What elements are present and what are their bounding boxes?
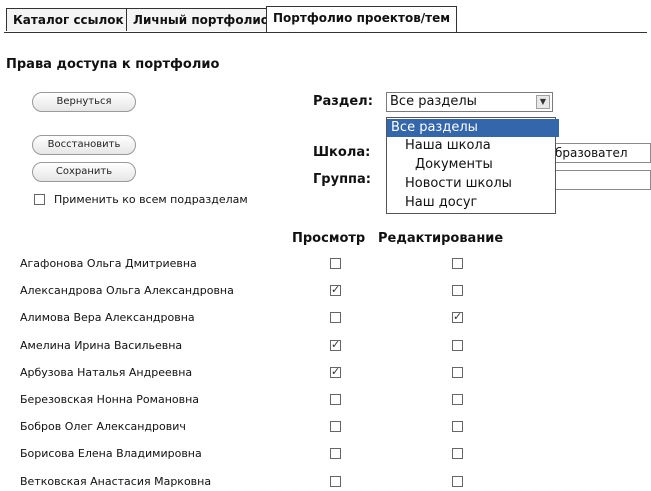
- edit-checkbox[interactable]: [452, 367, 463, 378]
- apply-all-label: Применить ко всем подразделам: [54, 193, 248, 206]
- edit-checkbox[interactable]: [452, 476, 463, 487]
- edit-checkbox[interactable]: [452, 285, 463, 296]
- section-label: Раздел:: [313, 94, 373, 109]
- person-name: Ветковская Анастасия Марковна: [20, 475, 212, 488]
- edit-checkbox[interactable]: [452, 394, 463, 405]
- column-header-edit: Редактирование: [378, 231, 504, 246]
- view-checkbox[interactable]: [330, 365, 341, 378]
- section-dropdown-list: Все разделы Наша школа Документы Новости…: [386, 117, 559, 214]
- tab-bar: Каталог ссылок Личный портфолио Портфоли…: [4, 4, 647, 33]
- chevron-down-icon[interactable]: ▼: [536, 95, 550, 109]
- view-checkbox[interactable]: [330, 312, 341, 323]
- person-name: Амелина Ирина Васильевна: [20, 339, 183, 352]
- dropdown-option[interactable]: Новости школы: [387, 175, 573, 193]
- section-select[interactable]: Все разделы ▼: [386, 92, 553, 112]
- person-name: Бобров Олег Александрович: [20, 420, 186, 433]
- page-title: Права доступа к портфолио: [6, 57, 220, 72]
- view-checkbox[interactable]: [330, 338, 341, 351]
- view-checkbox[interactable]: [330, 476, 341, 487]
- edit-checkbox[interactable]: [452, 448, 463, 459]
- column-header-view: Просмотр: [292, 231, 366, 246]
- edit-checkbox[interactable]: [452, 421, 463, 432]
- view-checkbox[interactable]: [330, 394, 341, 405]
- tab-links-catalog[interactable]: Каталог ссылок: [6, 8, 131, 31]
- restore-button[interactable]: Восстановить: [32, 135, 136, 155]
- tab-personal-portfolio[interactable]: Личный портфолио: [126, 8, 277, 31]
- person-name: Борисова Елена Владимировна: [20, 447, 202, 460]
- dropdown-option[interactable]: Документы: [387, 156, 583, 174]
- edit-checkbox[interactable]: [452, 310, 463, 323]
- back-button[interactable]: Вернуться: [32, 92, 136, 112]
- view-checkbox[interactable]: [330, 258, 341, 269]
- view-checkbox[interactable]: [330, 283, 341, 296]
- view-checkbox[interactable]: [330, 448, 341, 459]
- tab-project-portfolio[interactable]: Портфолио проектов/тем: [266, 6, 458, 32]
- edit-checkbox[interactable]: [452, 340, 463, 351]
- save-button[interactable]: Сохранить: [32, 162, 136, 182]
- person-name: Арбузова Наталья Андреевна: [20, 366, 193, 379]
- group-label: Группа:: [313, 172, 371, 187]
- apply-all-checkbox[interactable]: [34, 194, 45, 205]
- view-checkbox[interactable]: [330, 421, 341, 432]
- dropdown-option[interactable]: Наш досуг: [387, 194, 573, 212]
- person-name: Березовская Нонна Романовна: [20, 393, 200, 406]
- edit-checkbox[interactable]: [452, 258, 463, 269]
- person-name: Агафонова Ольга Дмитриевна: [20, 257, 197, 270]
- person-name: Александрова Ольга Александровна: [20, 284, 234, 297]
- school-label: Школа:: [313, 145, 371, 160]
- dropdown-option[interactable]: Наша школа: [387, 137, 573, 155]
- person-name: Алимова Вера Александровна: [20, 311, 195, 324]
- dropdown-option[interactable]: Все разделы: [387, 119, 559, 137]
- section-select-value: Все разделы: [390, 94, 477, 109]
